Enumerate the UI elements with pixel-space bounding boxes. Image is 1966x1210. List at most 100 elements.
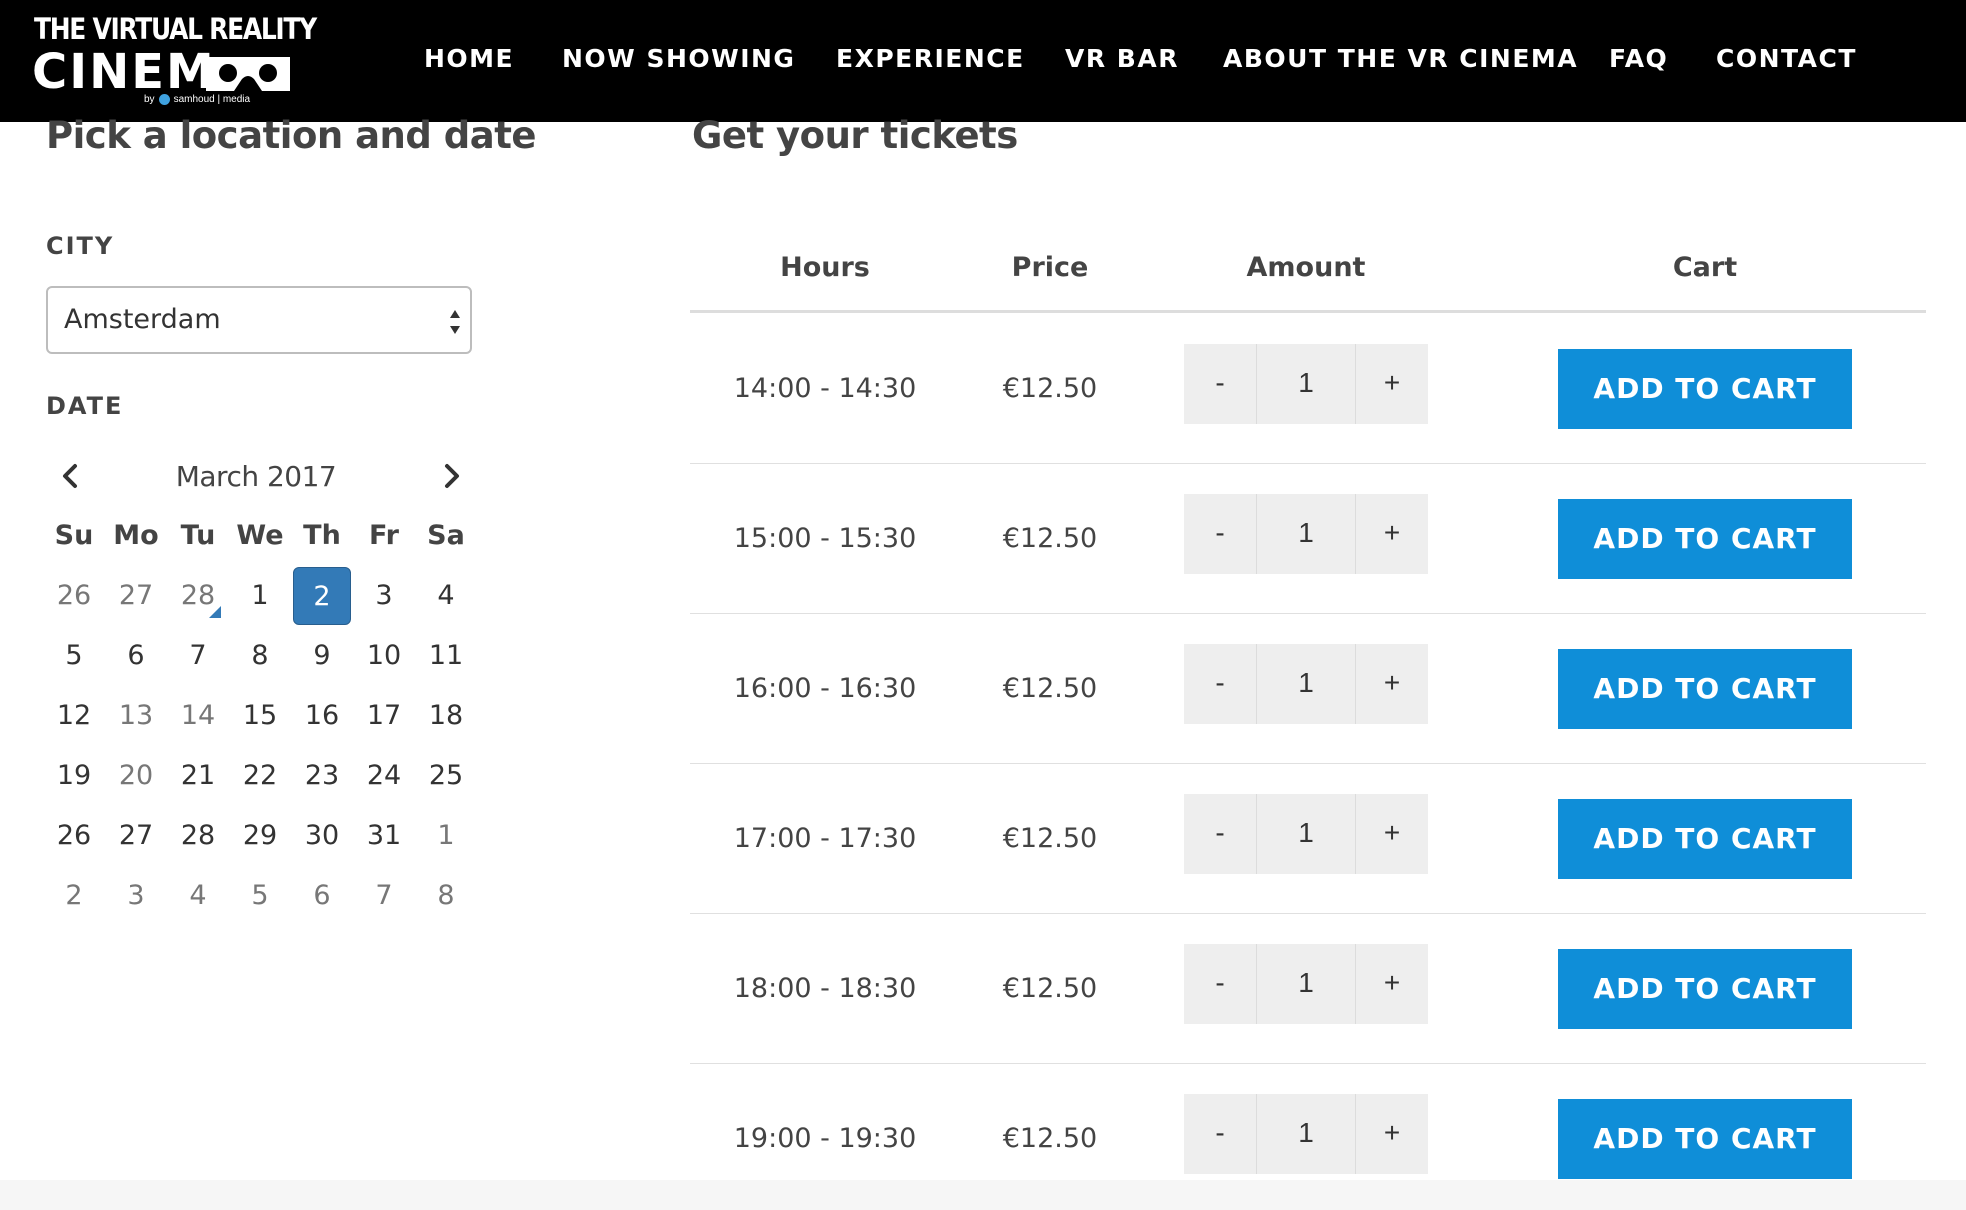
calendar-day[interactable]: 1 bbox=[415, 806, 477, 866]
add-to-cart-button[interactable]: ADD TO CART bbox=[1558, 1099, 1852, 1179]
increment-button[interactable]: + bbox=[1356, 794, 1428, 874]
calendar-day[interactable]: 10 bbox=[353, 626, 415, 686]
nav-experience[interactable]: EXPERIENCE bbox=[836, 44, 1025, 73]
calendar-day[interactable]: 27 bbox=[105, 566, 167, 626]
quantity-stepper: -1 + bbox=[1184, 1094, 1428, 1174]
calendar-day-number: 28 bbox=[180, 820, 216, 851]
calendar-day[interactable]: 25 bbox=[415, 746, 477, 806]
quantity-input[interactable]: 1 bbox=[1256, 644, 1356, 724]
calendar-day[interactable]: 21 bbox=[167, 746, 229, 806]
add-to-cart-button[interactable]: ADD TO CART bbox=[1558, 649, 1852, 729]
nav-faq[interactable]: FAQ bbox=[1609, 44, 1668, 73]
calendar-day-number: 18 bbox=[428, 700, 464, 731]
increment-button[interactable]: + bbox=[1356, 1094, 1428, 1174]
calendar-day[interactable]: 9 bbox=[291, 626, 353, 686]
calendar-week: 26 27 28 1 2 3 4 bbox=[43, 566, 477, 626]
nav-vr-bar[interactable]: VR BAR bbox=[1065, 44, 1179, 73]
ticket-hours: 18:00 - 18:30 bbox=[733, 973, 917, 1004]
calendar-day-number: 19 bbox=[56, 760, 92, 791]
calendar-day[interactable]: 16 bbox=[291, 686, 353, 746]
quantity-input[interactable]: 1 bbox=[1256, 1094, 1356, 1174]
calendar-day[interactable]: 12 bbox=[43, 686, 105, 746]
nav-about[interactable]: ABOUT THE VR CINEMA bbox=[1223, 44, 1578, 73]
chevron-right-icon[interactable] bbox=[438, 460, 466, 492]
calendar-day[interactable]: 20 bbox=[105, 746, 167, 806]
calendar-day[interactable]: 5 bbox=[43, 626, 105, 686]
calendar-day[interactable]: 2 bbox=[291, 566, 353, 626]
weekday-header: We bbox=[236, 520, 284, 551]
calendar-month-title[interactable]: March 2017 bbox=[46, 460, 466, 493]
increment-button[interactable]: + bbox=[1356, 944, 1428, 1024]
calendar-day[interactable]: 4 bbox=[415, 566, 477, 626]
weekday-header: Fr bbox=[368, 520, 400, 551]
nav-now-showing[interactable]: NOW SHOWING bbox=[562, 44, 795, 73]
decrement-button[interactable]: - bbox=[1184, 344, 1256, 424]
calendar-day[interactable]: 4 bbox=[167, 866, 229, 926]
calendar-day[interactable]: 31 bbox=[353, 806, 415, 866]
increment-button[interactable]: + bbox=[1356, 344, 1428, 424]
calendar-day[interactable]: 7 bbox=[167, 626, 229, 686]
calendar-day-number: 31 bbox=[366, 820, 402, 851]
calendar-day[interactable]: 5 bbox=[229, 866, 291, 926]
calendar-day[interactable]: 2 bbox=[43, 866, 105, 926]
calendar-day[interactable]: 14 bbox=[167, 686, 229, 746]
calendar-day[interactable]: 6 bbox=[291, 866, 353, 926]
calendar-day[interactable]: 28 bbox=[167, 806, 229, 866]
calendar-day[interactable]: 24 bbox=[353, 746, 415, 806]
decrement-button[interactable]: - bbox=[1184, 1094, 1256, 1174]
calendar-day[interactable]: 28 bbox=[167, 566, 229, 626]
calendar-day[interactable]: 1 bbox=[229, 566, 291, 626]
calendar-day-number: 12 bbox=[56, 700, 92, 731]
nav-contact[interactable]: CONTACT bbox=[1716, 44, 1857, 73]
nav-home[interactable]: HOME bbox=[424, 44, 514, 73]
calendar-day[interactable]: 6 bbox=[105, 626, 167, 686]
calendar-day[interactable]: 30 bbox=[291, 806, 353, 866]
calendar-day[interactable]: 17 bbox=[353, 686, 415, 746]
calendar-day[interactable]: 23 bbox=[291, 746, 353, 806]
calendar-day-number: 8 bbox=[437, 880, 455, 911]
increment-button[interactable]: + bbox=[1356, 644, 1428, 724]
add-to-cart-button[interactable]: ADD TO CART bbox=[1558, 949, 1852, 1029]
calendar-day[interactable]: 3 bbox=[105, 866, 167, 926]
weekday-header: Th bbox=[303, 520, 341, 551]
calendar-day[interactable]: 8 bbox=[229, 626, 291, 686]
increment-button[interactable]: + bbox=[1356, 494, 1428, 574]
calendar-day[interactable]: 19 bbox=[43, 746, 105, 806]
calendar-day[interactable]: 8 bbox=[415, 866, 477, 926]
site-header: THE VIRTUAL REALITY CINEM by samhoud | m… bbox=[0, 0, 1966, 122]
calendar-day[interactable]: 15 bbox=[229, 686, 291, 746]
main-nav: HOME NOW SHOWING EXPERIENCE VR BAR ABOUT… bbox=[0, 0, 1966, 122]
quantity-input[interactable]: 1 bbox=[1256, 794, 1356, 874]
quantity-input[interactable]: 1 bbox=[1256, 494, 1356, 574]
calendar-day-number: 24 bbox=[366, 760, 402, 791]
calendar-day[interactable]: 29 bbox=[229, 806, 291, 866]
ticket-row: 18:00 - 18:30 €12.50 -1 + ADD TO CART bbox=[690, 914, 1926, 1064]
calendar-day-number: 6 bbox=[127, 640, 145, 671]
calendar-day[interactable]: 13 bbox=[105, 686, 167, 746]
calendar-header: March 2017 bbox=[46, 452, 466, 500]
weekday-header: Su bbox=[54, 520, 94, 551]
calendar-day[interactable]: 7 bbox=[353, 866, 415, 926]
calendar-day[interactable]: 3 bbox=[353, 566, 415, 626]
city-select[interactable]: Amsterdam bbox=[46, 286, 472, 354]
quantity-input[interactable]: 1 bbox=[1256, 344, 1356, 424]
calendar-day[interactable]: 26 bbox=[43, 806, 105, 866]
calendar-day[interactable]: 27 bbox=[105, 806, 167, 866]
quantity-stepper: -1 + bbox=[1184, 344, 1428, 424]
add-to-cart-button[interactable]: ADD TO CART bbox=[1558, 349, 1852, 429]
quantity-input[interactable]: 1 bbox=[1256, 944, 1356, 1024]
decrement-button[interactable]: - bbox=[1184, 794, 1256, 874]
decrement-button[interactable]: - bbox=[1184, 494, 1256, 574]
calendar-day[interactable]: 26 bbox=[43, 566, 105, 626]
add-to-cart-button[interactable]: ADD TO CART bbox=[1558, 499, 1852, 579]
decrement-button[interactable]: - bbox=[1184, 944, 1256, 1024]
date-label: DATE bbox=[46, 392, 124, 420]
ticket-hours: 14:00 - 14:30 bbox=[733, 373, 917, 404]
calendar-day[interactable]: 18 bbox=[415, 686, 477, 746]
decrement-button[interactable]: - bbox=[1184, 644, 1256, 724]
calendar-day-number: 4 bbox=[189, 880, 207, 911]
add-to-cart-button[interactable]: ADD TO CART bbox=[1558, 799, 1852, 879]
calendar-day[interactable]: 11 bbox=[415, 626, 477, 686]
calendar-day[interactable]: 22 bbox=[229, 746, 291, 806]
calendar-day-number: 22 bbox=[242, 760, 278, 791]
